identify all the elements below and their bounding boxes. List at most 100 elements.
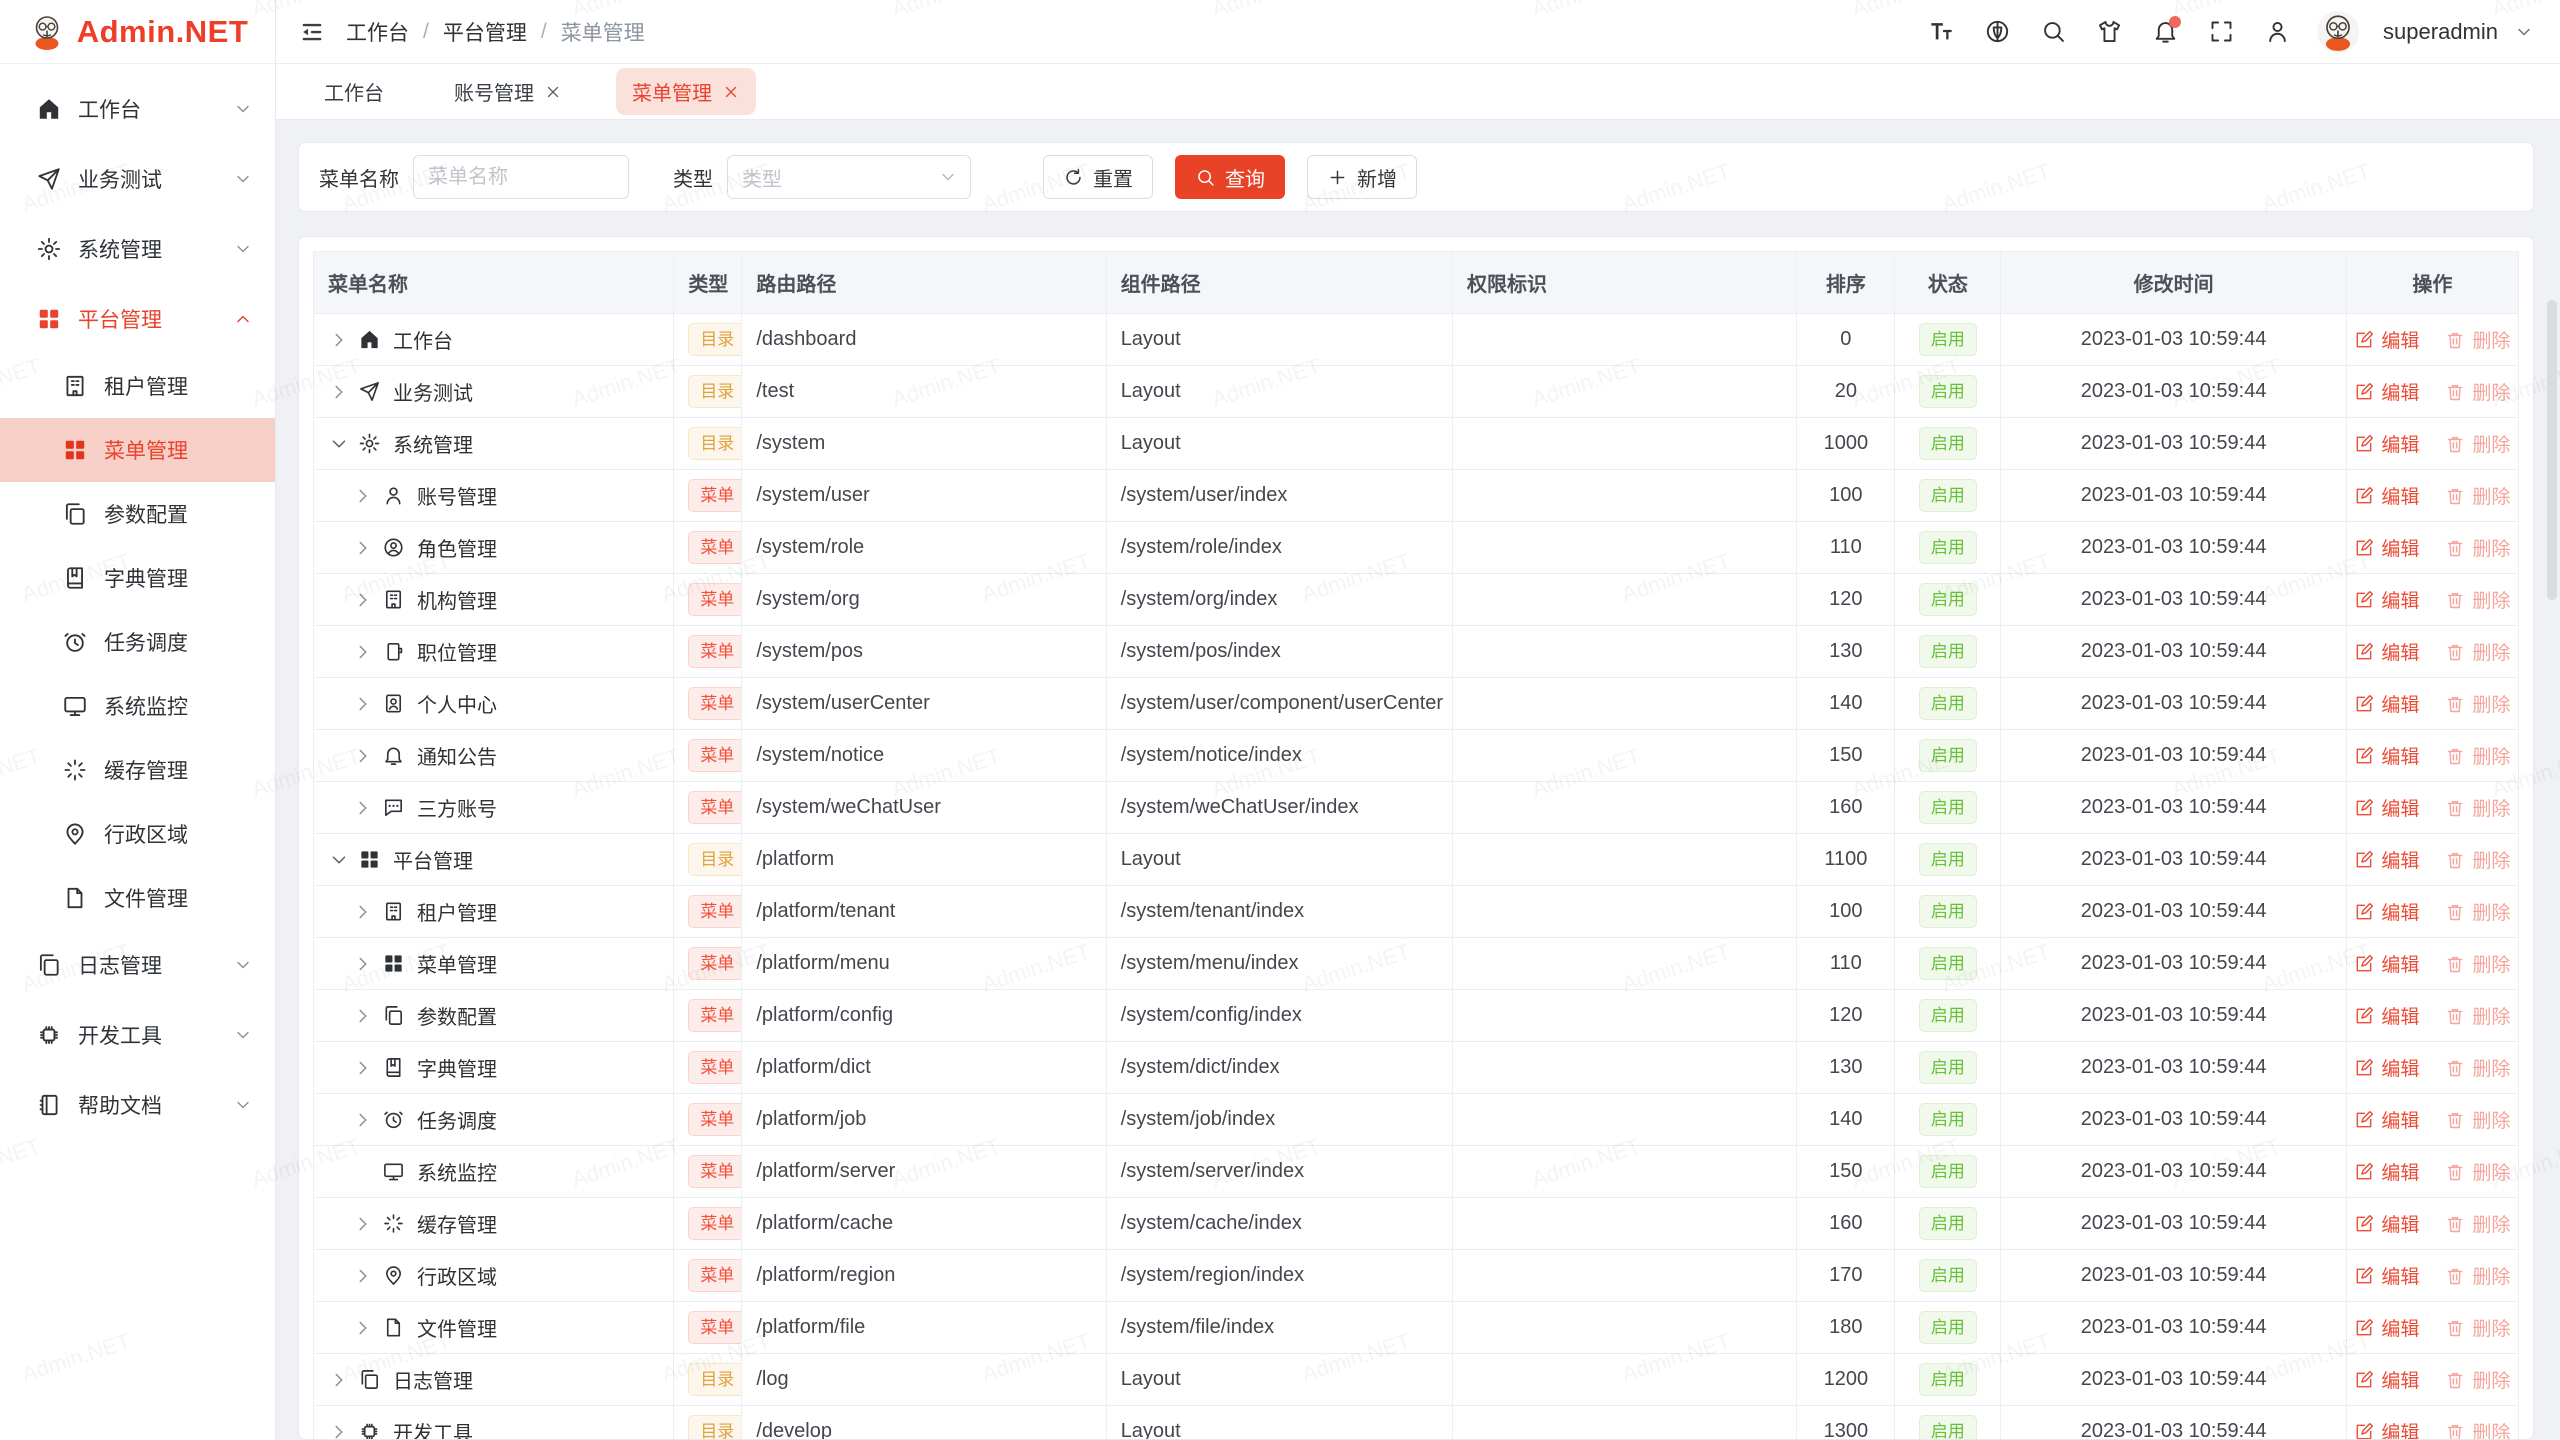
- edit-button[interactable]: 编辑: [2354, 1418, 2419, 1440]
- edit-button[interactable]: 编辑: [2354, 1314, 2419, 1341]
- chevron-right-icon[interactable]: [352, 953, 374, 975]
- edit-button[interactable]: 编辑: [2354, 1054, 2419, 1081]
- search-icon[interactable]: [2031, 10, 2075, 54]
- chevron-right-icon[interactable]: [352, 1317, 374, 1339]
- tab-active[interactable]: 菜单管理: [616, 68, 756, 115]
- chevron-down-icon[interactable]: [2514, 22, 2534, 42]
- bell-icon[interactable]: [2143, 10, 2187, 54]
- breadcrumb-item[interactable]: 工作台: [346, 17, 409, 47]
- tab-item[interactable]: 账号管理: [438, 68, 578, 115]
- brand[interactable]: Admin.NET: [0, 0, 275, 64]
- chevron-right-icon[interactable]: [352, 537, 374, 559]
- chevron-right-icon[interactable]: [352, 693, 374, 715]
- edit-button[interactable]: 编辑: [2354, 586, 2419, 613]
- chevron-right-icon[interactable]: [352, 797, 374, 819]
- edit-button[interactable]: 编辑: [2354, 482, 2419, 509]
- delete-button[interactable]: 删除: [2445, 1314, 2510, 1341]
- chevron-right-icon[interactable]: [328, 329, 350, 351]
- edit-button[interactable]: 编辑: [2354, 378, 2419, 405]
- chevron-right-icon[interactable]: [352, 485, 374, 507]
- delete-button[interactable]: 删除: [2445, 1418, 2510, 1440]
- edit-button[interactable]: 编辑: [2354, 638, 2419, 665]
- edit-button[interactable]: 编辑: [2354, 950, 2419, 977]
- delete-button[interactable]: 删除: [2445, 430, 2510, 457]
- collapse-row-icon[interactable]: [328, 433, 350, 455]
- edit-button[interactable]: 编辑: [2354, 690, 2419, 717]
- collapse-row-icon[interactable]: [328, 849, 350, 871]
- edit-button[interactable]: 编辑: [2354, 1262, 2419, 1289]
- sidebar-item[interactable]: 帮助文档: [0, 1070, 275, 1140]
- sidebar-item[interactable]: 开发工具: [0, 1000, 275, 1070]
- delete-button[interactable]: 删除: [2445, 1262, 2510, 1289]
- avatar[interactable]: [2317, 11, 2359, 53]
- edit-button[interactable]: 编辑: [2354, 742, 2419, 769]
- sidebar-item[interactable]: 系统管理: [0, 214, 275, 284]
- close-icon[interactable]: [722, 83, 740, 101]
- edit-button[interactable]: 编辑: [2354, 1002, 2419, 1029]
- sidebar-item[interactable]: 字典管理: [0, 546, 275, 610]
- chevron-right-icon[interactable]: [352, 1265, 374, 1287]
- delete-button[interactable]: 删除: [2445, 1054, 2510, 1081]
- reset-button[interactable]: 重置: [1043, 155, 1153, 199]
- sidebar-item[interactable]: 工作台: [0, 74, 275, 144]
- delete-button[interactable]: 删除: [2445, 378, 2510, 405]
- font-size-icon[interactable]: [1919, 10, 1963, 54]
- search-button[interactable]: 查询: [1175, 155, 1285, 199]
- sidebar-item[interactable]: 任务调度: [0, 610, 275, 674]
- collapse-sidebar-icon[interactable]: [298, 18, 326, 46]
- chevron-right-icon[interactable]: [328, 1421, 350, 1440]
- delete-button[interactable]: 删除: [2445, 482, 2510, 509]
- chevron-right-icon[interactable]: [352, 1213, 374, 1235]
- chevron-right-icon[interactable]: [352, 641, 374, 663]
- sidebar-item[interactable]: 参数配置: [0, 482, 275, 546]
- tab-item[interactable]: 工作台: [308, 68, 400, 115]
- chevron-right-icon[interactable]: [352, 1109, 374, 1131]
- edit-button[interactable]: 编辑: [2354, 1106, 2419, 1133]
- edit-button[interactable]: 编辑: [2354, 898, 2419, 925]
- edit-button[interactable]: 编辑: [2354, 1158, 2419, 1185]
- breadcrumb-item[interactable]: 平台管理: [443, 17, 527, 47]
- delete-button[interactable]: 删除: [2445, 586, 2510, 613]
- delete-button[interactable]: 删除: [2445, 1366, 2510, 1393]
- chevron-right-icon[interactable]: [352, 589, 374, 611]
- chevron-right-icon[interactable]: [352, 1057, 374, 1079]
- delete-button[interactable]: 删除: [2445, 1210, 2510, 1237]
- user-icon[interactable]: [2255, 10, 2299, 54]
- chevron-right-icon[interactable]: [352, 1005, 374, 1027]
- edit-button[interactable]: 编辑: [2354, 326, 2419, 353]
- language-icon[interactable]: [1975, 10, 2019, 54]
- edit-button[interactable]: 编辑: [2354, 430, 2419, 457]
- delete-button[interactable]: 删除: [2445, 742, 2510, 769]
- delete-button[interactable]: 删除: [2445, 898, 2510, 925]
- delete-button[interactable]: 删除: [2445, 794, 2510, 821]
- close-icon[interactable]: [544, 83, 562, 101]
- edit-button[interactable]: 编辑: [2354, 1366, 2419, 1393]
- type-select[interactable]: 类型: [727, 155, 971, 199]
- edit-button[interactable]: 编辑: [2354, 534, 2419, 561]
- menu-name-input[interactable]: [413, 155, 629, 199]
- delete-button[interactable]: 删除: [2445, 1106, 2510, 1133]
- sidebar-item[interactable]: 文件管理: [0, 866, 275, 930]
- sidebar-item[interactable]: 行政区域: [0, 802, 275, 866]
- add-button[interactable]: 新增: [1307, 155, 1417, 199]
- delete-button[interactable]: 删除: [2445, 1158, 2510, 1185]
- sidebar-item[interactable]: 系统监控: [0, 674, 275, 738]
- sidebar-item[interactable]: 缓存管理: [0, 738, 275, 802]
- sidebar-item[interactable]: 菜单管理: [0, 418, 275, 482]
- edit-button[interactable]: 编辑: [2354, 846, 2419, 873]
- sidebar-item[interactable]: 日志管理: [0, 930, 275, 1000]
- chevron-right-icon[interactable]: [328, 1369, 350, 1391]
- sidebar-item[interactable]: 租户管理: [0, 354, 275, 418]
- delete-button[interactable]: 删除: [2445, 1002, 2510, 1029]
- username[interactable]: superadmin: [2383, 19, 2498, 45]
- sidebar-item[interactable]: 业务测试: [0, 144, 275, 214]
- chevron-right-icon[interactable]: [352, 901, 374, 923]
- chevron-right-icon[interactable]: [352, 745, 374, 767]
- edit-button[interactable]: 编辑: [2354, 794, 2419, 821]
- delete-button[interactable]: 删除: [2445, 846, 2510, 873]
- delete-button[interactable]: 删除: [2445, 950, 2510, 977]
- edit-button[interactable]: 编辑: [2354, 1210, 2419, 1237]
- fullscreen-icon[interactable]: [2199, 10, 2243, 54]
- delete-button[interactable]: 删除: [2445, 638, 2510, 665]
- chevron-right-icon[interactable]: [328, 381, 350, 403]
